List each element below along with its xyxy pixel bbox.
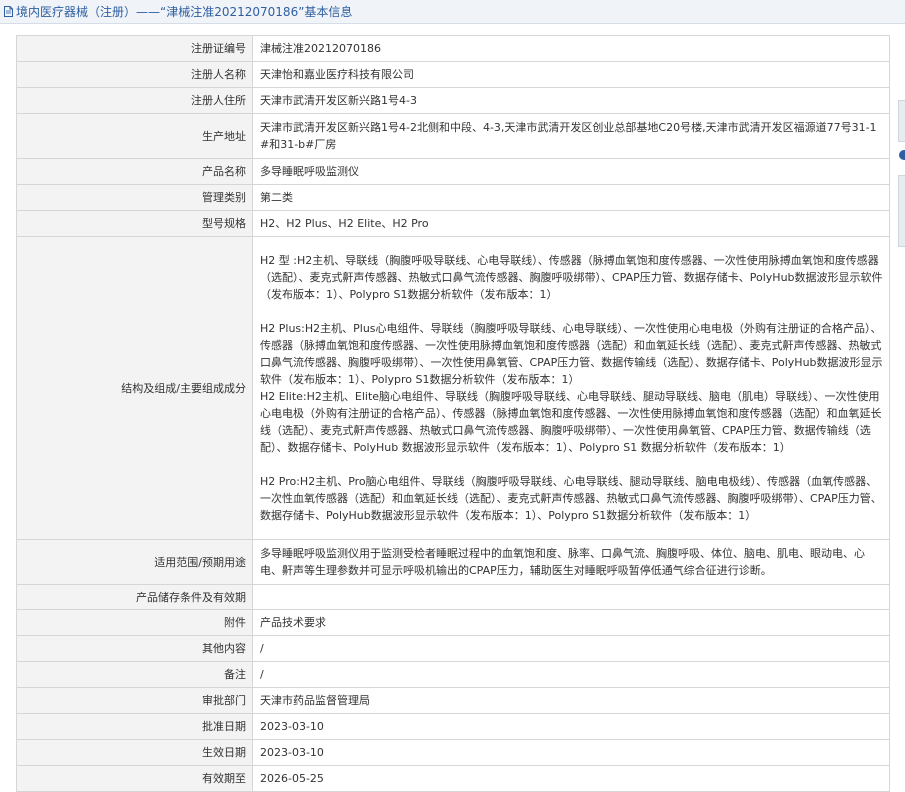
row-value: 津械注准20212070186 [252, 35, 890, 62]
detail-table-container: 注册证编号 津械注准20212070186 注册人名称 天津怡和嘉业医疗科技有限… [16, 35, 890, 792]
row-label: 有效期至 [16, 765, 253, 792]
structure-spacer: ​ [260, 456, 883, 473]
row-value: H2、H2 Plus、H2 Elite、H2 Pro [252, 210, 890, 237]
table-row: 生产地址 天津市武清开发区新兴路1号4-2北侧和中段、4-3,天津市武清开发区创… [16, 113, 890, 159]
side-panel-toggle-icon[interactable] [899, 150, 905, 160]
row-value: 天津怡和嘉业医疗科技有限公司 [252, 61, 890, 88]
row-label: 备注 [16, 661, 253, 688]
page-header: 境内医疗器械（注册）——“津械注准20212070186”基本信息 [0, 0, 905, 24]
row-label: 结构及组成/主要组成成分 [16, 236, 253, 540]
row-label: 审批部门 [16, 687, 253, 714]
table-row: 适用范围/预期用途 多导睡眠呼吸监测仪用于监测受检者睡眠过程中的血氧饱和度、脉率… [16, 539, 890, 585]
row-value-structure: H2 型 :H2主机、导联线（胸腹呼吸导联线、心电导联线）、传感器（脉搏血氧饱和… [252, 236, 890, 540]
row-value: 2023-03-10 [252, 713, 890, 740]
structure-paragraph: H2 Elite:H2主机、Elite脑心电组件、导联线（胸腹呼吸导联线、心电导… [260, 390, 882, 454]
row-value [252, 584, 890, 610]
row-label: 适用范围/预期用途 [16, 539, 253, 585]
row-label: 注册证编号 [16, 35, 253, 62]
row-label: 生效日期 [16, 739, 253, 766]
row-value: 天津市武清开发区新兴路1号4-2北侧和中段、4-3,天津市武清开发区创业总部基地… [252, 113, 890, 159]
structure-paragraph: H2 Plus:H2主机、Plus心电组件、导联线（胸腹呼吸导联线、心电导联线）… [260, 322, 883, 386]
row-value: 产品技术要求 [252, 609, 890, 636]
row-value: 天津市武清开发区新兴路1号4-3 [252, 87, 890, 114]
row-value: 2023-03-10 [252, 739, 890, 766]
row-label: 注册人住所 [16, 87, 253, 114]
row-value: 多导睡眠呼吸监测仪 [252, 158, 890, 185]
table-row: 有效期至 2026-05-25 [16, 765, 890, 792]
row-value: 多导睡眠呼吸监测仪用于监测受检者睡眠过程中的血氧饱和度、脉率、口鼻气流、胸腹呼吸… [252, 539, 890, 585]
row-value: / [252, 635, 890, 662]
table-row: 结构及组成/主要组成成分 H2 型 :H2主机、导联线（胸腹呼吸导联线、心电导联… [16, 236, 890, 540]
detail-table: 注册证编号 津械注准20212070186 注册人名称 天津怡和嘉业医疗科技有限… [16, 35, 890, 792]
row-value: 天津市药品监督管理局 [252, 687, 890, 714]
table-row: 批准日期 2023-03-10 [16, 713, 890, 740]
table-row: 产品名称 多导睡眠呼吸监测仪 [16, 158, 890, 185]
table-row: 型号规格 H2、H2 Plus、H2 Elite、H2 Pro [16, 210, 890, 237]
table-row: 产品储存条件及有效期 [16, 584, 890, 610]
row-label: 产品储存条件及有效期 [16, 584, 253, 610]
structure-paragraph: H2 型 :H2主机、导联线（胸腹呼吸导联线、心电导联线）、传感器（脉搏血氧饱和… [260, 254, 883, 301]
table-row: 审批部门 天津市药品监督管理局 [16, 687, 890, 714]
table-row: 注册人名称 天津怡和嘉业医疗科技有限公司 [16, 61, 890, 88]
table-row: 附件 产品技术要求 [16, 609, 890, 636]
row-label: 管理类别 [16, 184, 253, 211]
table-row: 备注 / [16, 661, 890, 688]
row-value: 第二类 [252, 184, 890, 211]
document-icon [4, 6, 13, 17]
table-row: 注册人住所 天津市武清开发区新兴路1号4-3 [16, 87, 890, 114]
table-row: 生效日期 2023-03-10 [16, 739, 890, 766]
structure-paragraph: H2 Pro:H2主机、Pro脑心电组件、导联线（胸腹呼吸导联线、心电导联线、腿… [260, 475, 882, 522]
side-panel-tab[interactable] [898, 100, 905, 142]
table-row: 其他内容 / [16, 635, 890, 662]
row-label: 附件 [16, 609, 253, 636]
row-label: 型号规格 [16, 210, 253, 237]
structure-spacer: ​ [260, 303, 883, 320]
row-label: 注册人名称 [16, 61, 253, 88]
row-label: 产品名称 [16, 158, 253, 185]
row-label: 批准日期 [16, 713, 253, 740]
page-title: 境内医疗器械（注册）——“津械注准20212070186”基本信息 [16, 5, 353, 19]
row-label: 生产地址 [16, 113, 253, 159]
row-value: / [252, 661, 890, 688]
table-row: 注册证编号 津械注准20212070186 [16, 35, 890, 62]
row-value: 2026-05-25 [252, 765, 890, 792]
table-row: 管理类别 第二类 [16, 184, 890, 211]
side-panel-tab[interactable] [898, 175, 905, 247]
row-label: 其他内容 [16, 635, 253, 662]
